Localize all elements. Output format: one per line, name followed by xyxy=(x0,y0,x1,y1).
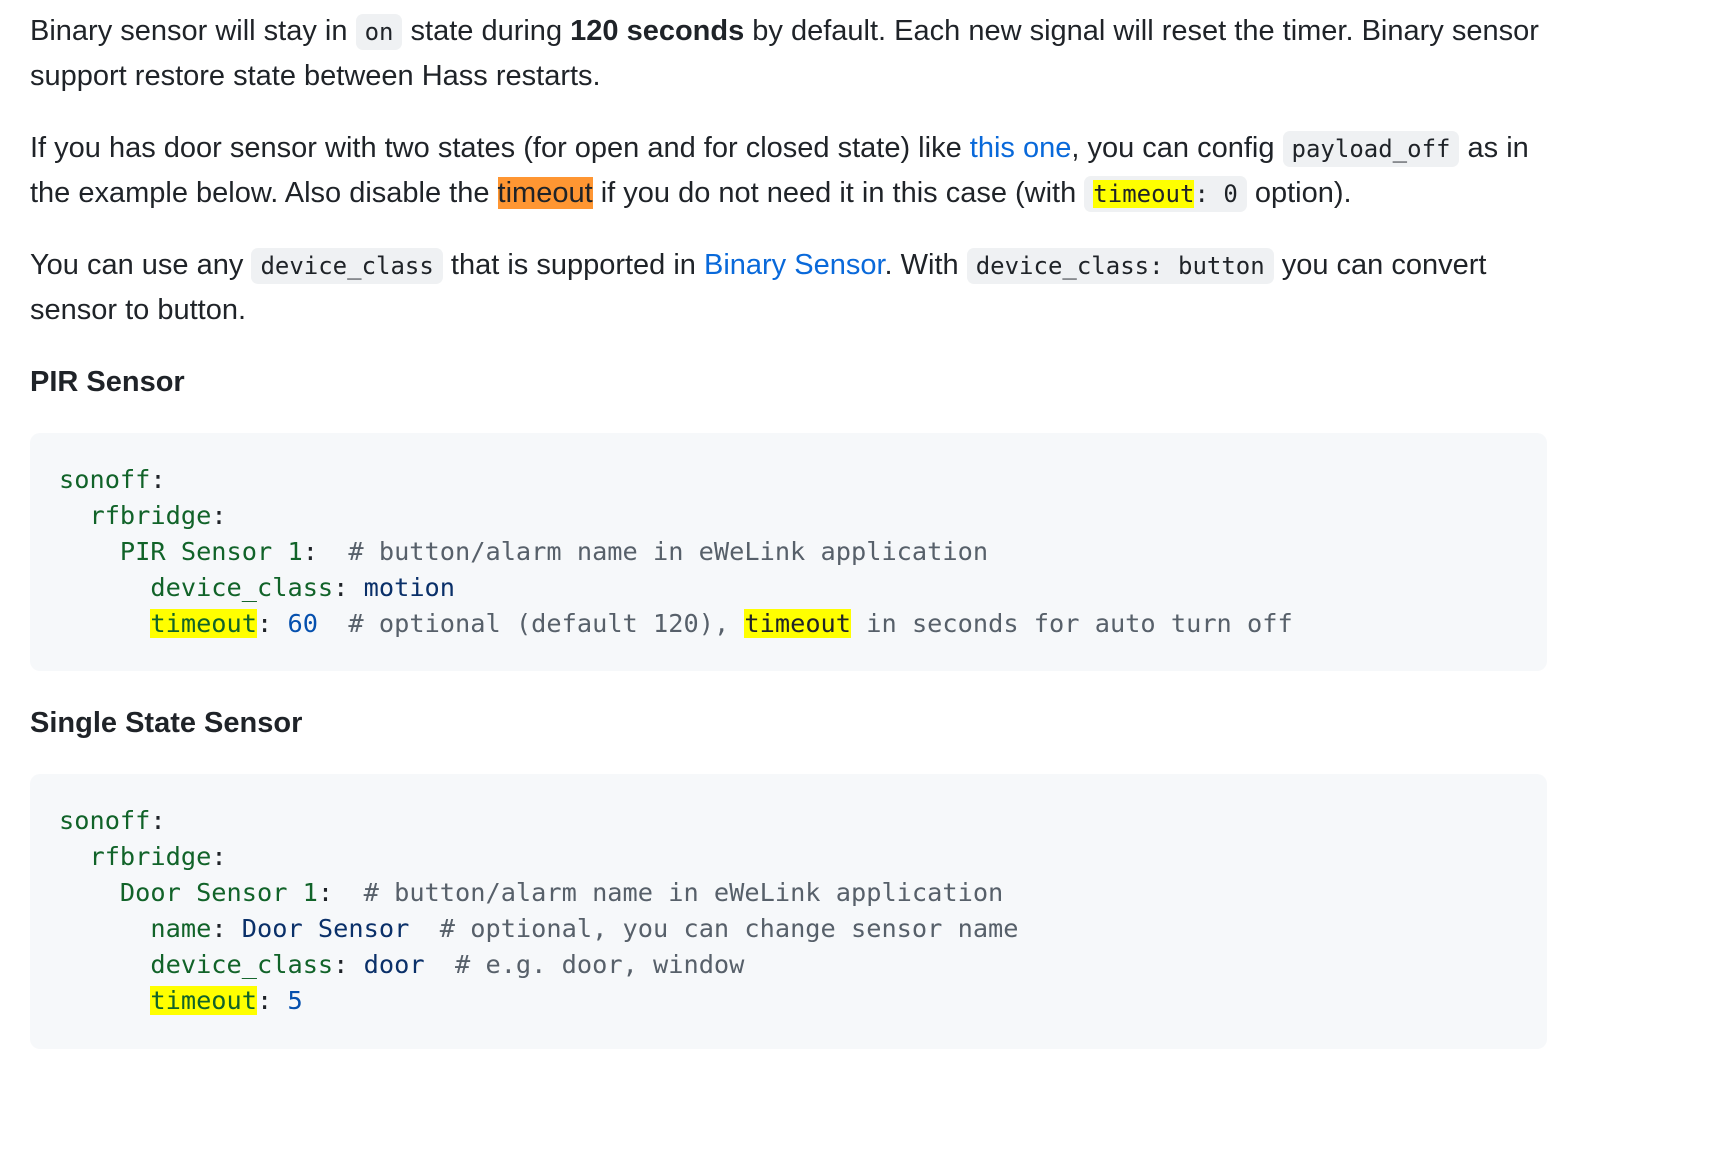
paragraph-door-sensor: If you has door sensor with two states (… xyxy=(30,126,1575,216)
yaml-key: device_class xyxy=(150,573,334,602)
inline-code-device-class: device_class xyxy=(251,248,443,284)
text: that is supported in xyxy=(442,249,704,281)
heading-pir-sensor: PIR Sensor xyxy=(30,366,185,398)
yaml-key: name xyxy=(150,914,212,943)
yaml-comment: # optional (default 120), xyxy=(348,609,745,638)
text: If you has door sensor with two states (… xyxy=(30,132,970,164)
yaml-key: PIR Sensor 1 xyxy=(119,537,303,566)
heading-single-state-sensor: Single State Sensor xyxy=(30,707,303,739)
inline-code-timeout-zero: timeout: 0 xyxy=(1084,176,1247,212)
yaml-comment: # button/alarm name in eWeLink applicati… xyxy=(348,537,989,566)
yaml-comment: # optional, you can change sensor name xyxy=(439,914,1019,943)
text: You can use any xyxy=(30,249,252,281)
yaml-comment: in seconds for auto turn off xyxy=(851,609,1293,638)
text: , you can config xyxy=(1071,132,1283,164)
search-highlight: timeout xyxy=(150,609,258,638)
search-highlight: timeout xyxy=(744,609,852,638)
yaml-number: 5 xyxy=(287,986,303,1015)
yaml-value: motion xyxy=(363,573,456,602)
search-highlight: timeout xyxy=(150,986,258,1015)
text: Binary sensor will stay in xyxy=(30,15,356,47)
paragraph-device-class: You can use any device_class that is sup… xyxy=(30,243,1575,332)
code-block-single-state-sensor[interactable]: sonoff: rfbridge: Door Sensor 1: # butto… xyxy=(30,774,1547,1049)
search-highlight-current: timeout xyxy=(497,177,593,209)
yaml-key: rfbridge xyxy=(89,842,212,871)
yaml-comment: # button/alarm name in eWeLink applicati… xyxy=(363,878,1004,907)
yaml-key: sonoff xyxy=(59,465,151,494)
yaml-key: device_class xyxy=(150,950,334,979)
yaml-key: rfbridge xyxy=(89,501,212,530)
inline-code-on: on xyxy=(355,14,403,50)
text: if you do not need it in this case (with xyxy=(592,177,1085,209)
link-this-one[interactable]: this one xyxy=(970,132,1072,164)
paragraph-default-state: Binary sensor will stay in on state duri… xyxy=(30,9,1575,98)
yaml-key: sonoff xyxy=(59,806,151,835)
code-text: : 0 xyxy=(1194,180,1238,208)
inline-code-device-class-button: device_class: button xyxy=(966,248,1274,284)
yaml-value: door xyxy=(363,950,425,979)
readme-content: Binary sensor will stay in on state duri… xyxy=(0,0,1714,1170)
code-block-pir-sensor[interactable]: sonoff: rfbridge: PIR Sensor 1: # button… xyxy=(30,433,1547,671)
search-highlight: timeout xyxy=(1093,180,1195,208)
yaml-comment: # e.g. door, window xyxy=(455,950,745,979)
yaml-key: Door Sensor 1 xyxy=(119,878,318,907)
text: . With xyxy=(884,249,967,281)
link-binary-sensor[interactable]: Binary Sensor xyxy=(704,249,885,281)
yaml-number: 60 xyxy=(287,609,318,638)
bold-duration: 120 seconds xyxy=(570,15,745,47)
text: option). xyxy=(1246,177,1352,209)
yaml-value: Door Sensor xyxy=(241,914,410,943)
inline-code-payload-off: payload_off xyxy=(1282,131,1460,167)
text: state during xyxy=(402,15,571,47)
